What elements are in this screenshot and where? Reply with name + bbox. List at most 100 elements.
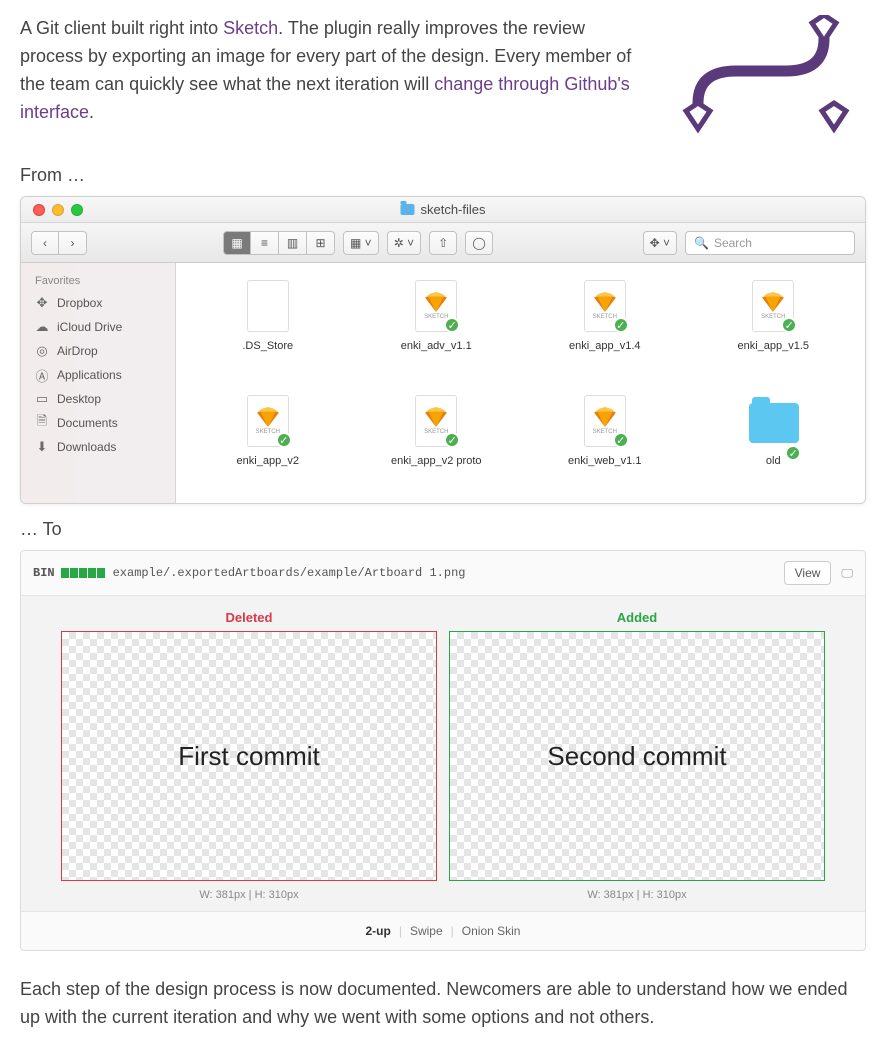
sidebar-item-documents[interactable]: 🗎 Documents xyxy=(21,411,175,435)
sidebar-item-label: Downloads xyxy=(57,440,116,454)
diff-tab-onion-skin[interactable]: Onion Skin xyxy=(454,924,529,938)
window-title: sketch-files xyxy=(420,202,485,217)
file-name: enki_adv_v1.1 xyxy=(401,340,472,352)
sidebar-item-label: Documents xyxy=(57,416,118,430)
file-name: enki_app_v1.4 xyxy=(569,340,641,352)
sync-check-icon: ✓ xyxy=(785,445,801,461)
sketch-link[interactable]: Sketch xyxy=(223,18,278,38)
file-item[interactable]: SKETCH✓ enki_adv_v1.1 xyxy=(355,278,519,388)
view-button[interactable]: View xyxy=(784,561,832,585)
to-label: … To xyxy=(20,519,866,540)
close-icon[interactable] xyxy=(33,204,45,216)
view-mode-segment: ▦ ≡ ▥ ⊞ xyxy=(223,231,335,255)
sidebar-item-icloud-drive[interactable]: ☁ iCloud Drive xyxy=(21,315,175,339)
file-item[interactable]: SKETCH✓enki_app_v2 proto xyxy=(355,393,519,503)
column-view-button[interactable]: ▥ xyxy=(279,231,307,255)
diff-file-path: example/.exportedArtboards/example/Artbo… xyxy=(113,566,784,580)
share-button[interactable]: ⇧ xyxy=(429,231,457,255)
cloud-icon: ☁ xyxy=(35,320,49,334)
minimize-icon[interactable] xyxy=(52,204,64,216)
fullscreen-icon[interactable]: 🖵 xyxy=(841,566,853,581)
sidebar-item-downloads[interactable]: ⬇ Downloads xyxy=(21,435,175,459)
deleted-label: Deleted xyxy=(61,610,437,631)
maximize-icon[interactable] xyxy=(71,204,83,216)
sidebar-item-applications[interactable]: Ⓐ Applications xyxy=(21,363,175,387)
outro-paragraph: Each step of the design process is now d… xyxy=(20,976,866,1032)
intro-text-a: A Git client built right into xyxy=(20,18,223,38)
files-grid: .DS_StoreSKETCH✓enki_adv_v1.1SKETCH✓enki… xyxy=(176,263,865,503)
sidebar-item-label: AirDrop xyxy=(57,344,98,358)
desktop-icon: ▭ xyxy=(35,392,49,406)
sidebar-item-label: Desktop xyxy=(57,392,101,406)
git-sketch-logo xyxy=(666,15,866,135)
apps-icon: Ⓐ xyxy=(35,368,49,382)
sidebar-item-label: Applications xyxy=(57,368,122,382)
added-label: Added xyxy=(449,610,825,631)
sync-check-icon: ✓ xyxy=(444,317,460,333)
action-button[interactable]: ✲ ˅ xyxy=(387,231,421,255)
file-name: enki_app_v2 xyxy=(237,455,299,467)
sidebar-item-airdrop[interactable]: ◎ AirDrop xyxy=(21,339,175,363)
finder-titlebar: sketch-files xyxy=(21,197,865,223)
file-item[interactable]: .DS_Store xyxy=(186,278,350,388)
added-dimensions: W: 381px | H: 310px xyxy=(449,881,825,905)
sync-check-icon: ✓ xyxy=(781,317,797,333)
sidebar-header: Favorites xyxy=(21,271,175,291)
sidebar-item-dropbox[interactable]: ✥ Dropbox xyxy=(21,291,175,315)
sidebar-item-label: Dropbox xyxy=(57,296,102,310)
sync-check-icon: ✓ xyxy=(276,432,292,448)
diff-tab-swipe[interactable]: Swipe xyxy=(402,924,451,938)
list-view-button[interactable]: ≡ xyxy=(251,231,279,255)
back-button[interactable]: ‹ xyxy=(31,231,59,255)
finder-sidebar: Favorites ✥ Dropbox ☁ iCloud Drive ◎ AirDrop Ⓐ… xyxy=(21,263,176,503)
coverflow-view-button[interactable]: ⊞ xyxy=(307,231,335,255)
sync-check-icon: ✓ xyxy=(613,432,629,448)
added-image: Second commit xyxy=(449,631,825,881)
deleted-image-text: First commit xyxy=(178,741,320,772)
sketch-file-icon: SKETCH✓ xyxy=(415,280,457,332)
sidebar-item-label: iCloud Drive xyxy=(57,320,122,334)
diff-view: BIN example/.exportedArtboards/example/A… xyxy=(20,550,866,951)
from-label: From … xyxy=(20,165,866,186)
file-name: enki_web_v1.1 xyxy=(568,455,641,467)
blank-file-icon xyxy=(247,280,289,332)
sync-check-icon: ✓ xyxy=(613,317,629,333)
icon-view-button[interactable]: ▦ xyxy=(223,231,251,255)
diff-stat-blocks xyxy=(61,568,105,578)
arrange-button[interactable]: ▦ ˅ xyxy=(343,231,379,255)
intro-text-c: . xyxy=(89,102,94,122)
bin-label: BIN xyxy=(33,566,55,580)
file-name: enki_app_v1.5 xyxy=(737,340,809,352)
intro-paragraph: A Git client built right into Sketch. Th… xyxy=(20,15,646,127)
file-name: .DS_Store xyxy=(242,340,293,352)
sidebar-item-desktop[interactable]: ▭ Desktop xyxy=(21,387,175,411)
file-item[interactable]: SKETCH✓ enki_web_v1.1 xyxy=(523,393,687,503)
tags-button[interactable]: ◯ xyxy=(465,231,493,255)
file-item[interactable]: SKETCH✓ enki_app_v1.4 xyxy=(523,278,687,388)
sketch-file-icon: SKETCH✓ xyxy=(584,280,626,332)
folder-icon: ✓ xyxy=(749,403,797,459)
file-item[interactable]: SKETCH✓ enki_app_v2 xyxy=(186,393,350,503)
finder-toolbar: ‹ › ▦ ≡ ▥ ⊞ ▦ ˅ ✲ ˅ ⇧ ◯ ✥ ˅ 🔍 Search xyxy=(21,223,865,263)
sync-check-icon: ✓ xyxy=(444,432,460,448)
sketch-file-icon: SKETCH✓ xyxy=(247,395,289,447)
dropbox-button[interactable]: ✥ ˅ xyxy=(643,231,677,255)
deleted-dimensions: W: 381px | H: 310px xyxy=(61,881,437,905)
docs-icon: 🗎 xyxy=(35,416,49,430)
file-item[interactable]: ✓old xyxy=(692,393,856,503)
search-input[interactable]: 🔍 Search xyxy=(685,231,855,255)
forward-button[interactable]: › xyxy=(59,231,87,255)
deleted-image: First commit xyxy=(61,631,437,881)
downloads-icon: ⬇ xyxy=(35,440,49,454)
added-image-text: Second commit xyxy=(547,741,726,772)
file-item[interactable]: SKETCH✓enki_app_v1.5 xyxy=(692,278,856,388)
airdrop-icon: ◎ xyxy=(35,344,49,358)
search-icon: 🔍 xyxy=(694,236,709,250)
folder-icon xyxy=(400,204,414,215)
search-placeholder: Search xyxy=(714,236,752,250)
diff-mode-tabs: 2-up|Swipe|Onion Skin xyxy=(21,911,865,950)
sketch-file-icon: SKETCH✓ xyxy=(584,395,626,447)
diff-header: BIN example/.exportedArtboards/example/A… xyxy=(21,551,865,596)
dropbox-icon: ✥ xyxy=(35,296,49,310)
diff-tab-2-up[interactable]: 2-up xyxy=(358,924,399,938)
